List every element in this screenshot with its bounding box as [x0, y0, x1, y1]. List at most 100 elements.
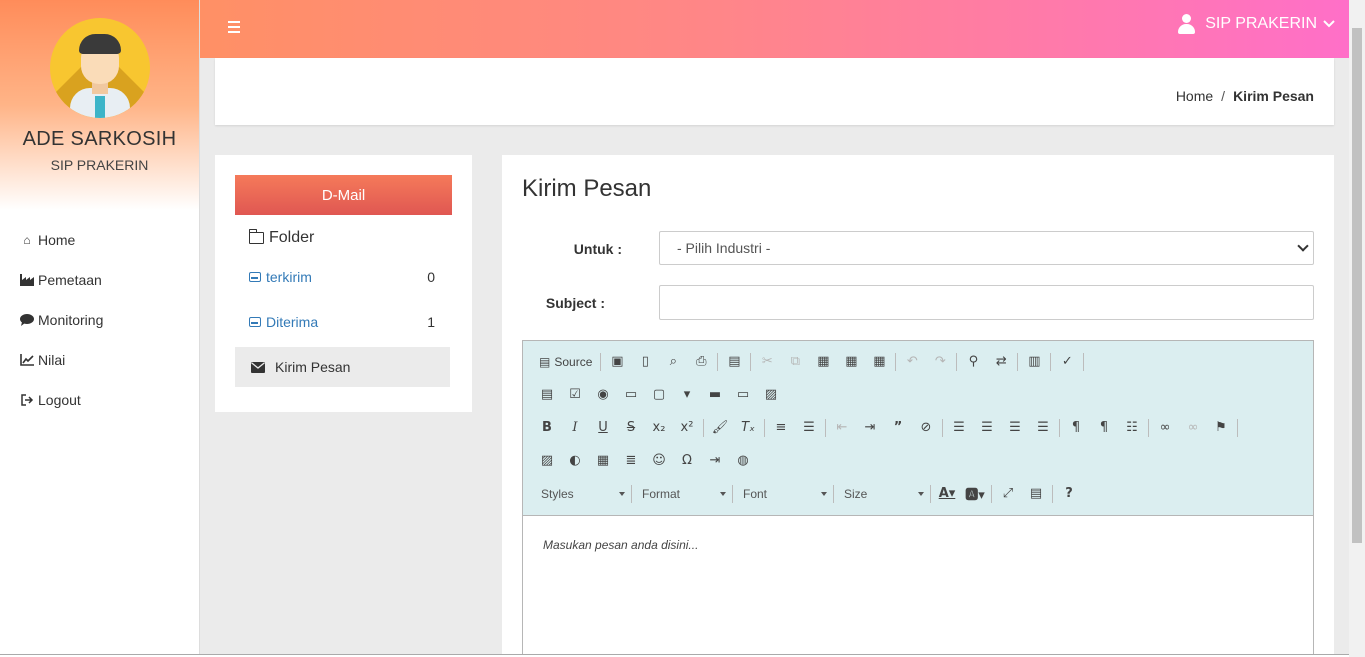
chevron-down-icon: [720, 491, 726, 496]
bg-color-icon[interactable]: 🅰▾: [961, 482, 989, 506]
folder-item-label: terkirim: [266, 269, 312, 285]
rtl-icon[interactable]: ¶: [1090, 416, 1118, 440]
compose-nav-label: Kirim Pesan: [275, 359, 351, 375]
topbar: SIP PRAKERIN: [200, 0, 1349, 58]
sidebar-item-logout[interactable]: Logout: [0, 380, 199, 420]
inbox-icon: [249, 317, 261, 327]
show-blocks-icon[interactable]: ▤: [1022, 482, 1050, 506]
numbered-list-icon[interactable]: ≡: [767, 416, 795, 440]
mail-nav-panel: D-Mail Folder terkirim 0 Diterima 1 Kiri…: [215, 155, 472, 412]
textarea-icon[interactable]: ▢: [645, 383, 673, 407]
flash-icon[interactable]: ◐: [561, 449, 589, 473]
iframe-icon[interactable]: ◍: [729, 449, 757, 473]
superscript-icon[interactable]: x²: [673, 416, 701, 440]
subject-input[interactable]: [659, 285, 1314, 320]
create-div-icon[interactable]: ⊘: [912, 416, 940, 440]
dmail-button[interactable]: D-Mail: [235, 175, 452, 215]
ltr-icon[interactable]: ¶: [1062, 416, 1090, 440]
spellcheck-icon[interactable]: ✓: [1053, 350, 1081, 374]
page-scrollbar[interactable]: [1349, 0, 1365, 657]
paste-word-icon[interactable]: ▦: [865, 350, 893, 374]
editor-content[interactable]: Masukan pesan anda disini...: [523, 516, 1313, 657]
align-center-icon[interactable]: ☰: [973, 416, 1001, 440]
horizontal-line-icon[interactable]: ≣: [617, 449, 645, 473]
remove-format-icon[interactable]: Tₓ: [734, 416, 762, 440]
user-menu[interactable]: SIP PRAKERIN: [1177, 14, 1335, 34]
sidebar: ADE SARKOSIH SIP PRAKERIN ⌂ Home Pemetaa…: [0, 0, 200, 657]
hidden-field-icon[interactable]: ▨: [757, 383, 785, 407]
strike-icon[interactable]: S: [617, 416, 645, 440]
paste-text-icon[interactable]: ▦: [837, 350, 865, 374]
table-icon[interactable]: ▦: [589, 449, 617, 473]
italic-icon[interactable]: I: [561, 416, 589, 440]
cut-icon[interactable]: ✂: [753, 350, 781, 374]
help-icon[interactable]: ?: [1055, 482, 1083, 506]
text-color-icon[interactable]: A▾: [933, 482, 961, 506]
select-all-icon[interactable]: ▥: [1020, 350, 1048, 374]
maximize-icon[interactable]: ⤢: [994, 482, 1022, 506]
templates-icon[interactable]: ▤: [720, 350, 748, 374]
styles-dropdown[interactable]: Styles: [533, 482, 629, 506]
format-dropdown[interactable]: Format: [634, 482, 730, 506]
print-icon[interactable]: ⎙: [687, 350, 715, 374]
language-icon[interactable]: ☷: [1118, 416, 1146, 440]
sidebar-item-monitoring[interactable]: Monitoring: [0, 300, 199, 340]
image-button-icon[interactable]: ▭: [729, 383, 757, 407]
compose-nav-item[interactable]: Kirim Pesan: [235, 347, 450, 387]
paste-icon[interactable]: ▦: [809, 350, 837, 374]
bold-icon[interactable]: B: [533, 416, 561, 440]
justify-icon[interactable]: ☰: [1029, 416, 1057, 440]
link-icon[interactable]: ∞: [1151, 416, 1179, 440]
page-break-icon[interactable]: ⇥: [701, 449, 729, 473]
avatar: [49, 18, 150, 118]
chevron-down-icon: [821, 491, 827, 496]
find-icon[interactable]: ⚲: [959, 350, 987, 374]
image-icon[interactable]: ▨: [533, 449, 561, 473]
source-label: Source: [554, 354, 593, 369]
breadcrumb: Home / Kirim Pesan: [1176, 88, 1314, 104]
recipient-select[interactable]: - Pilih Industri -: [659, 231, 1314, 265]
underline-icon[interactable]: U: [589, 416, 617, 440]
subscript-icon[interactable]: x₂: [645, 416, 673, 440]
sidebar-item-home[interactable]: ⌂ Home: [0, 220, 199, 260]
new-page-icon[interactable]: ▯: [631, 350, 659, 374]
undo-icon[interactable]: ↶: [898, 350, 926, 374]
copy-format-icon[interactable]: 🖌: [706, 416, 734, 440]
folder-item-terkirim[interactable]: terkirim 0: [249, 269, 435, 285]
menu-toggle-icon[interactable]: [228, 21, 240, 33]
anchor-flag-icon[interactable]: ⚑: [1207, 416, 1235, 440]
form-icon[interactable]: ▤: [533, 383, 561, 407]
font-dropdown[interactable]: Font: [735, 482, 831, 506]
preview-icon[interactable]: ⌕: [659, 350, 687, 374]
radio-icon[interactable]: ◉: [589, 383, 617, 407]
chevron-down-icon: [619, 491, 625, 496]
checkbox-icon[interactable]: ☑: [561, 383, 589, 407]
bulleted-list-icon[interactable]: ☰: [795, 416, 823, 440]
comment-icon: [20, 313, 34, 327]
select-field-icon[interactable]: ▾: [673, 383, 701, 407]
button-field-icon[interactable]: ▬: [701, 383, 729, 407]
save-icon[interactable]: ▣: [603, 350, 631, 374]
smiley-icon[interactable]: ☺: [645, 449, 673, 473]
source-button[interactable]: ▤ Source: [533, 350, 598, 374]
text-field-icon[interactable]: ▭: [617, 383, 645, 407]
special-char-icon[interactable]: Ω: [673, 449, 701, 473]
copy-icon[interactable]: ⧉: [781, 350, 809, 374]
align-right-icon[interactable]: ☰: [1001, 416, 1029, 440]
sidebar-item-nilai[interactable]: Nilai: [0, 340, 199, 380]
unlink-icon[interactable]: ∞: [1179, 416, 1207, 440]
page-title: Kirim Pesan: [522, 175, 652, 202]
indent-icon[interactable]: ⇥: [856, 416, 884, 440]
replace-icon[interactable]: ⇄: [987, 350, 1015, 374]
source-icon: ▤: [539, 354, 551, 369]
redo-icon[interactable]: ↷: [926, 350, 954, 374]
breadcrumb-home[interactable]: Home: [1176, 88, 1213, 104]
sidebar-item-pemetaan[interactable]: Pemetaan: [0, 260, 199, 300]
blockquote-icon[interactable]: ”: [884, 416, 912, 440]
folder-item-count: 1: [427, 314, 435, 330]
scrollbar-thumb[interactable]: [1352, 28, 1362, 543]
align-left-icon[interactable]: ☰: [945, 416, 973, 440]
size-dropdown[interactable]: Size: [836, 482, 928, 506]
outdent-icon[interactable]: ⇤: [828, 416, 856, 440]
folder-item-diterima[interactable]: Diterima 1: [249, 314, 435, 330]
